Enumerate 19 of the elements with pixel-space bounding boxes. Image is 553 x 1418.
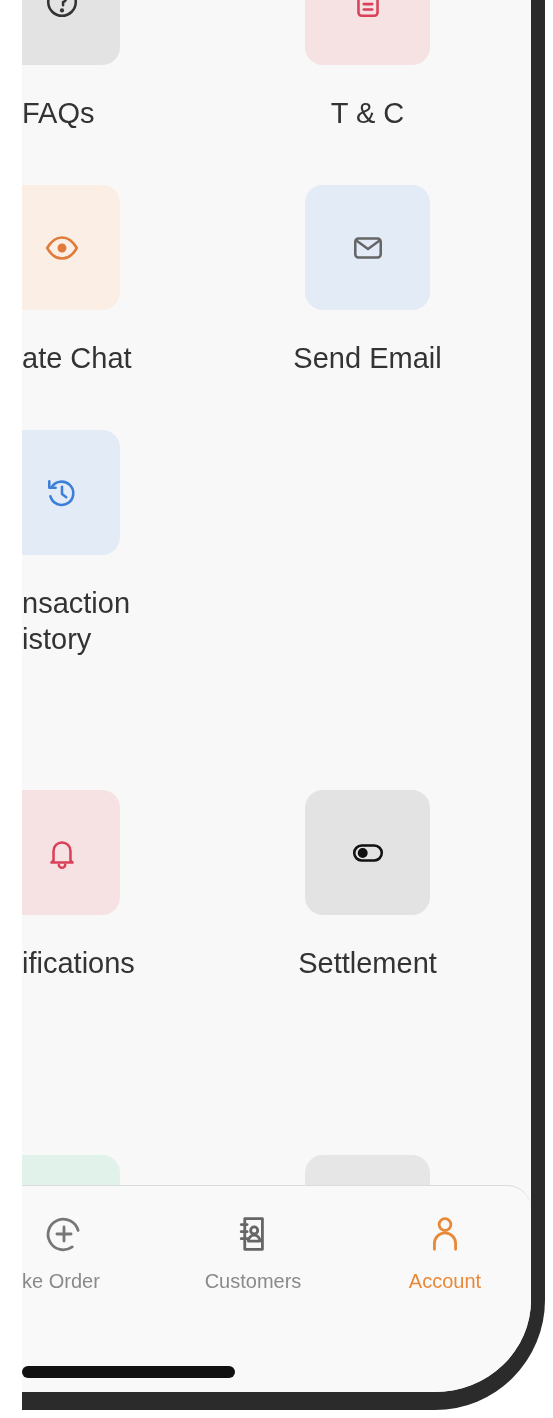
menu-tile[interactable] [22,790,120,915]
menu-label: nsaction istory [22,586,130,657]
menu-label: ifications [22,946,135,981]
menu-label: T & C [330,96,405,131]
menu-tile[interactable] [305,790,430,915]
menu-tile[interactable] [305,0,430,65]
menu-label: Send Email [293,341,442,376]
tab[interactable]: ke Order [22,1214,160,1293]
menu-tile[interactable] [305,185,430,310]
tab[interactable]: Account [346,1214,530,1293]
menu-tile[interactable] [22,1155,120,1185]
tab[interactable]: Customers [160,1214,346,1293]
menu-label: FAQs [22,96,95,131]
menu-tile[interactable] [22,0,120,65]
menu-tile[interactable] [305,1155,430,1185]
menu-label: Settlement [298,946,437,981]
menu-label: ate Chat [22,341,132,376]
menu-tile[interactable] [22,185,120,310]
menu-tile[interactable] [22,430,120,555]
